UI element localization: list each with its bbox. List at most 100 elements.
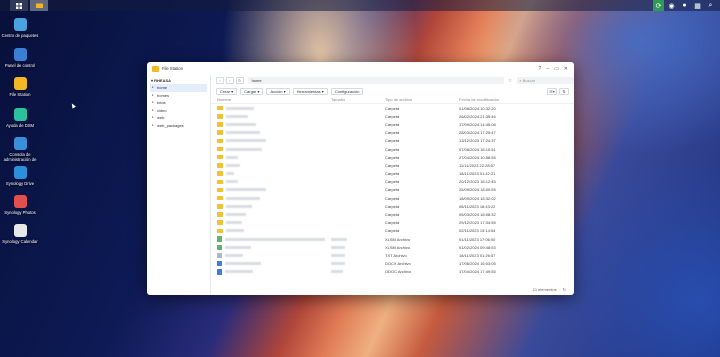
- sync-status-icon[interactable]: ⟳: [653, 0, 664, 11]
- col-name[interactable]: Nombre: [211, 97, 331, 102]
- file-size-cell: [331, 237, 385, 241]
- col-type[interactable]: Tipo de archivo: [385, 97, 459, 102]
- file-date-cell: 01/08/2024 10:32:20: [459, 105, 496, 111]
- table-row[interactable]: Carpeta 17/09/2024 14:45:08: [211, 120, 574, 128]
- settings-button[interactable]: Configuración: [330, 87, 364, 95]
- file-name-cell: [211, 212, 331, 217]
- grid-icon: [16, 2, 22, 9]
- redacted-name: [226, 106, 254, 110]
- main-menu-button[interactable]: [10, 0, 28, 11]
- file-name-cell: [211, 204, 331, 209]
- sidebar-item-homes[interactable]: homes: [147, 92, 210, 100]
- file-date-cell: 07/08/2024 18:10:51: [459, 146, 496, 152]
- maximize-button[interactable]: ▭: [554, 66, 559, 72]
- desktop-icon[interactable]: Synology Photos: [0, 195, 40, 215]
- table-row[interactable]: ODOC Archivo 17/04/2024 17:49:55: [211, 268, 574, 276]
- file-name-cell: [211, 187, 331, 193]
- table-row[interactable]: Carpeta 08/11/2023 18:43:22: [211, 202, 574, 210]
- table-row[interactable]: Carpeta 20/12/2023 18:12:45: [211, 178, 574, 186]
- action-button[interactable]: Acción ▾: [266, 87, 290, 95]
- file-type-cell: Carpeta: [385, 171, 400, 177]
- refresh-icon[interactable]: ↻: [563, 287, 566, 292]
- desktop-icon-label: Centro de paquetes: [1, 33, 39, 38]
- widgets-icon[interactable]: ▦: [692, 0, 703, 11]
- taskbar-file-station-button[interactable]: [30, 0, 48, 11]
- file-size-cell: [331, 245, 385, 249]
- desktop-icon[interactable]: Centro de paquetes: [0, 18, 40, 38]
- file-date-cell: 18/11/2023 01:26:57: [459, 252, 496, 258]
- search-input[interactable]: ⌕ Buscar: [517, 77, 574, 84]
- back-button[interactable]: ‹: [216, 77, 224, 84]
- window-title: File Station: [162, 66, 183, 71]
- file-type-cell: Carpeta: [385, 228, 400, 234]
- close-button[interactable]: ✕: [564, 66, 568, 72]
- redacted-size: [331, 270, 343, 274]
- desktop-icon[interactable]: Synology Calendar: [0, 224, 40, 244]
- file-type-cell: Carpeta: [385, 105, 400, 111]
- table-row[interactable]: Carpeta 05/03/2024 18:08:32: [211, 210, 574, 218]
- redacted-name: [224, 237, 325, 241]
- window-titlebar[interactable]: File Station ? – ▭ ✕: [147, 62, 574, 75]
- table-row[interactable]: XLSM Archivo 01/11/2023 17:06:00: [211, 235, 574, 243]
- folder-icon: [217, 114, 223, 119]
- upload-button[interactable]: Cargar ▾: [240, 87, 264, 95]
- desktop-icon[interactable]: Synology Drive: [0, 166, 40, 186]
- sidebar-item-web-packages[interactable]: web_packages: [147, 122, 210, 130]
- table-row[interactable]: Carpeta 02/11/2023 13:14:54: [211, 227, 574, 235]
- col-size[interactable]: Tamaño: [331, 97, 385, 102]
- table-row[interactable]: DOCX Archivo 17/06/2024 16:03:05: [211, 260, 574, 268]
- list-view-icon[interactable]: ☰▾: [547, 87, 557, 95]
- col-date[interactable]: Fecha de modificación: [459, 97, 559, 102]
- refresh-button[interactable]: ↻: [235, 77, 244, 84]
- table-row[interactable]: Carpeta 18/11/2023 01:42:21: [211, 170, 574, 178]
- folder-icon: [217, 138, 223, 144]
- table-row[interactable]: Carpeta 29/12/2023 17:34:55: [211, 219, 574, 227]
- table-row[interactable]: Carpeta 28/03/2024 17:25:47: [211, 129, 574, 137]
- forward-button[interactable]: ›: [225, 77, 234, 84]
- minimize-button[interactable]: –: [546, 66, 549, 72]
- desktop-icon[interactable]: Consola de administración de: [0, 137, 40, 162]
- redacted-size: [331, 262, 345, 266]
- desktop-icon[interactable]: Ayuda de DSM: [0, 108, 40, 128]
- folder-icon: [217, 171, 223, 176]
- help-button[interactable]: ?: [539, 66, 542, 72]
- redacted-name: [226, 147, 262, 151]
- sidebar-item-web[interactable]: web: [147, 114, 210, 122]
- desktop-icon-label: Synology Calendar: [2, 239, 38, 244]
- table-row[interactable]: Carpeta 18/09/2024 18:32:02: [211, 194, 574, 202]
- favorite-star-icon[interactable]: ☆: [508, 78, 512, 84]
- table-row[interactable]: Carpeta 25/09/2024 18:00:55: [211, 186, 574, 194]
- redacted-name: [224, 253, 243, 257]
- folder-icon: [217, 212, 223, 217]
- sidebar-root[interactable]: ▾ RHEASA: [147, 77, 210, 84]
- user-icon[interactable]: ●: [679, 0, 690, 11]
- redacted-name: [226, 196, 260, 200]
- table-row[interactable]: Carpeta 27/04/2024 10:58:55: [211, 153, 574, 161]
- file-type-cell: Carpeta: [385, 162, 400, 168]
- table-row[interactable]: XLSM Archivo 01/02/2024 09:48:53: [211, 243, 574, 251]
- file-icon: [217, 252, 222, 259]
- sidebar-item-fotos[interactable]: fotos: [147, 99, 210, 107]
- desktop-icon-label: Consola de administración de: [3, 152, 37, 162]
- table-row[interactable]: Carpeta 01/08/2024 10:32:20: [211, 104, 574, 112]
- desktop-icon[interactable]: File Station: [0, 77, 40, 97]
- create-button[interactable]: Crear ▾: [216, 87, 238, 95]
- desktop-icon-label: Synology Photos: [4, 210, 36, 215]
- search-icon[interactable]: ⌕: [705, 0, 716, 11]
- sidebar-item-video[interactable]: video: [147, 107, 210, 115]
- sidebar: ▾ RHEASA home homes fotos video web web_…: [147, 75, 211, 295]
- table-row[interactable]: TXT Archivo 18/11/2023 01:26:57: [211, 251, 574, 259]
- sort-icon[interactable]: ⇅: [559, 87, 569, 95]
- file-type-cell: DOCX Archivo: [385, 261, 411, 267]
- path-input[interactable]: home: [247, 77, 504, 84]
- table-row[interactable]: Carpeta 26/02/2024 21:35:46: [211, 112, 574, 120]
- desktop-icon[interactable]: Panel de control: [0, 48, 40, 68]
- table-row[interactable]: Carpeta 11/11/2023 22:28:57: [211, 161, 574, 169]
- sidebar-item-home[interactable]: home: [150, 84, 207, 92]
- table-row[interactable]: Carpeta 13/12/2023 17:24:37: [211, 137, 574, 145]
- file-date-cell: 02/11/2023 13:14:54: [459, 228, 496, 234]
- chat-icon[interactable]: ◉: [666, 0, 677, 11]
- table-row[interactable]: Carpeta 07/08/2024 18:10:51: [211, 145, 574, 153]
- tools-button[interactable]: Herramientas ▾: [292, 87, 328, 95]
- file-size-cell: [331, 253, 385, 257]
